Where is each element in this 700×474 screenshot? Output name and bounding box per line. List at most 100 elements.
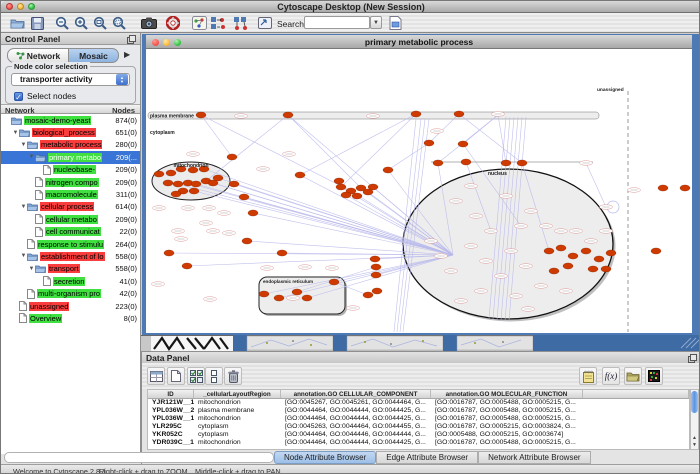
network-node[interactable] — [461, 159, 471, 165]
network-node[interactable] — [248, 210, 258, 216]
network-node[interactable] — [302, 295, 312, 301]
network-node[interactable] — [581, 248, 591, 254]
tree-row[interactable]: ▼cellular process614(0) — [1, 201, 140, 213]
network-node[interactable] — [259, 291, 269, 297]
scroll-down-arrow[interactable]: ▼ — [691, 442, 698, 448]
scrollbar-thumb[interactable] — [691, 391, 698, 413]
table-row[interactable]: YKR052Ccytoplasm[GO:0044464, GO:0044446,… — [148, 431, 689, 439]
vizmapper-icon[interactable] — [257, 15, 274, 31]
column-header[interactable]: _cellularLayoutRegion — [194, 390, 281, 398]
network-node[interactable] — [166, 170, 176, 176]
tree-row[interactable]: ▼transport558(0) — [1, 263, 140, 275]
network-node[interactable] — [283, 112, 293, 118]
network-node[interactable] — [411, 111, 421, 117]
expand-triangle-icon[interactable]: ▼ — [28, 154, 35, 160]
table-row[interactable]: YJR121W__1mitochondrion[GO:0045267, GO:0… — [148, 399, 689, 407]
network-edge[interactable] — [206, 115, 288, 181]
tree-row[interactable]: ▼primary metabo209(... — [1, 151, 140, 163]
scroll-up-arrow[interactable]: ▲ — [691, 435, 698, 441]
tree-row[interactable]: ▼biological_process651(0) — [1, 126, 140, 138]
tree-row[interactable]: macromolecule311(0) — [1, 188, 140, 200]
color-attribute-dropdown[interactable]: transporter activity ▲▼ — [11, 73, 130, 86]
table-row[interactable]: YLR295Ccytoplasm[GO:0045263, GO:0044464,… — [148, 423, 689, 431]
network-node[interactable] — [164, 250, 174, 256]
network-node[interactable] — [229, 181, 239, 187]
attribute-table-icon[interactable] — [147, 367, 165, 385]
tree-row[interactable]: nucleobase-209(0) — [1, 164, 140, 176]
tab-edge-attribute-browser[interactable]: Edge Attribute Browser — [376, 451, 478, 464]
network-node[interactable] — [213, 175, 223, 181]
zoom-out-icon[interactable] — [53, 15, 70, 31]
import-attributes-icon[interactable] — [624, 367, 642, 385]
open-folder-icon[interactable] — [9, 15, 26, 31]
network-node[interactable] — [544, 248, 554, 254]
new-attribute-icon[interactable] — [167, 367, 185, 385]
tree-row[interactable]: nitrogen compo209(0) — [1, 176, 140, 188]
table-vertical-scrollbar[interactable]: ▲ ▼ — [690, 389, 699, 450]
network-edge[interactable] — [201, 115, 232, 157]
network-node[interactable] — [329, 279, 339, 285]
tab-network[interactable]: Network — [7, 48, 69, 63]
delete-attribute-icon[interactable] — [224, 367, 242, 385]
tree-row[interactable]: mosaic-demo-yeast874(0) — [1, 114, 140, 126]
network-node[interactable] — [336, 184, 346, 190]
network-node[interactable] — [563, 263, 573, 269]
float-panel-icon[interactable] — [127, 35, 136, 44]
tab-overflow-arrow[interactable]: ▶ — [124, 50, 130, 59]
expand-triangle-icon[interactable]: ▼ — [20, 253, 27, 259]
network-node[interactable] — [292, 289, 302, 295]
attribute-matrix-icon[interactable] — [645, 367, 663, 385]
network-frame-titlebar[interactable]: primary metabolic process — [146, 35, 692, 49]
network-node[interactable] — [341, 192, 351, 198]
select-attributes-icon[interactable] — [187, 367, 205, 385]
network-node[interactable] — [274, 295, 284, 301]
network-node[interactable] — [182, 263, 192, 269]
column-header[interactable]: annotation.GO CELLULAR_COMPONENT — [281, 390, 431, 398]
tab-node-attribute-browser[interactable]: Node Attribute Browser — [274, 451, 376, 464]
network-node[interactable] — [556, 245, 566, 251]
new-network-icon[interactable] — [191, 15, 208, 31]
network-node[interactable] — [363, 292, 373, 298]
tree-row[interactable]: ▼metabolic process280(0) — [1, 139, 140, 151]
tab-mosaic[interactable]: Mosaic — [69, 48, 119, 63]
search-input[interactable] — [304, 16, 370, 29]
network-node[interactable] — [501, 160, 511, 166]
expand-triangle-icon[interactable]: ▼ — [20, 142, 27, 148]
attribute-table[interactable]: ID_cellularLayoutRegionannotation.GO CEL… — [147, 389, 690, 450]
network-node[interactable] — [191, 181, 201, 187]
tree-row[interactable]: response to stimulu264(0) — [1, 238, 140, 250]
tree-row[interactable]: ▼establishment of lo558(0) — [1, 250, 140, 262]
network-node[interactable] — [370, 256, 380, 262]
network-node[interactable] — [171, 191, 181, 197]
network-node[interactable] — [433, 160, 443, 166]
network-node[interactable] — [334, 178, 344, 184]
network-node[interactable] — [651, 248, 661, 254]
search-options-icon[interactable] — [387, 15, 404, 31]
table-row[interactable]: YPL036W__2plasma membrane[GO:0044464, GO… — [148, 407, 689, 415]
network-node[interactable] — [242, 238, 252, 244]
network-node[interactable] — [372, 288, 382, 294]
network-edge[interactable] — [341, 114, 416, 187]
column-header[interactable]: ID — [148, 390, 194, 398]
network-node[interactable] — [606, 250, 616, 256]
network-node[interactable] — [601, 266, 611, 272]
zoom-fit-icon[interactable] — [110, 15, 127, 31]
tree-row[interactable]: multi-organism pro42(0) — [1, 287, 140, 299]
tree-row[interactable]: unassigned223(0) — [1, 300, 140, 312]
network-node[interactable] — [295, 172, 305, 178]
layout-transfer-icon-2[interactable] — [233, 15, 250, 31]
table-row[interactable]: YDR039C__1mitochondrion[GO:0044464, GO:0… — [148, 439, 689, 447]
save-icon[interactable] — [29, 15, 46, 31]
column-header[interactable]: annotation.GO MOLECULAR_FUNCTION — [431, 390, 583, 398]
network-node[interactable] — [371, 264, 381, 270]
network-node[interactable] — [163, 180, 173, 186]
network-canvas[interactable]: plasma membranecytoplasmmitochondrionnuc… — [146, 49, 692, 333]
network-node[interactable] — [368, 184, 378, 190]
zoom-selected-icon[interactable] — [91, 15, 108, 31]
layout-transfer-icon-1[interactable] — [210, 15, 227, 31]
network-edge[interactable] — [438, 115, 498, 163]
network-node[interactable] — [196, 112, 206, 118]
network-node[interactable] — [517, 160, 527, 166]
notepad-icon[interactable] — [579, 367, 597, 385]
tree-row[interactable]: Overview8(0) — [1, 312, 140, 324]
